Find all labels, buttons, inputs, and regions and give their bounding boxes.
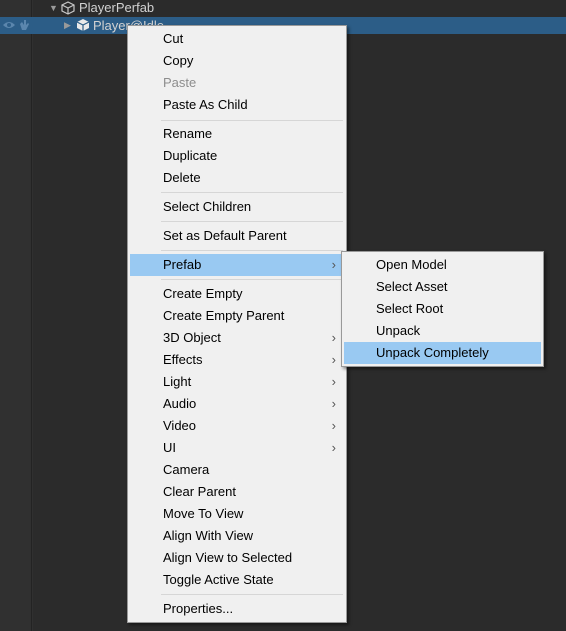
menu-item-clear-parent[interactable]: Clear Parent xyxy=(130,481,344,503)
menu-item-create-empty[interactable]: Create Empty xyxy=(130,283,344,305)
menu-item-toggle-active-state[interactable]: Toggle Active State xyxy=(130,569,344,591)
menu-item-delete[interactable]: Delete xyxy=(130,167,344,189)
menu-item-align-with-view[interactable]: Align With View xyxy=(130,525,344,547)
menu-item-paste: Paste xyxy=(163,75,197,90)
menu-item-3d-object[interactable]: 3D Object › xyxy=(130,327,344,349)
menu-separator xyxy=(161,250,343,251)
menu-item-audio[interactable]: Audio › xyxy=(130,393,344,415)
submenu-arrow-icon: › xyxy=(331,257,336,272)
submenu-item-unpack-completely[interactable]: Unpack Completely xyxy=(344,342,541,364)
menu-separator xyxy=(161,594,343,595)
submenu-arrow-icon: › xyxy=(331,330,336,345)
menu-item-rename[interactable]: Rename xyxy=(130,123,344,145)
hierarchy-row-root[interactable]: ▼ PlayerPerfab xyxy=(0,0,566,17)
submenu-item-open-model[interactable]: Open Model xyxy=(344,254,541,276)
submenu-arrow-icon: › xyxy=(331,418,336,433)
submenu-arrow-icon: › xyxy=(331,352,336,367)
menu-item-ui[interactable]: UI › xyxy=(130,437,344,459)
submenu-item-select-root[interactable]: Select Root xyxy=(344,298,541,320)
menu-item-video[interactable]: Video › xyxy=(130,415,344,437)
submenu-arrow-icon: › xyxy=(331,374,336,389)
gutter-divider xyxy=(31,0,32,631)
menu-item-light[interactable]: Light › xyxy=(130,371,344,393)
menu-item-properties[interactable]: Properties... xyxy=(130,598,344,620)
menu-item-cut[interactable]: Cut xyxy=(130,28,344,50)
foldout-open-icon[interactable]: ▼ xyxy=(49,0,58,17)
menu-separator xyxy=(161,279,343,280)
menu-item-duplicate[interactable]: Duplicate xyxy=(130,145,344,167)
submenu-item-unpack[interactable]: Unpack xyxy=(344,320,541,342)
prefab-model-icon xyxy=(76,19,90,31)
pickable-hand-icon[interactable] xyxy=(18,19,30,31)
menu-item-move-to-view[interactable]: Move To View xyxy=(130,503,344,525)
menu-separator xyxy=(161,192,343,193)
context-menu: Cut Copy Paste Paste As Child Rename Dup… xyxy=(127,25,347,623)
menu-item-prefab[interactable]: Prefab › xyxy=(130,254,344,276)
menu-item-align-view-to-selected[interactable]: Align View to Selected xyxy=(130,547,344,569)
menu-separator xyxy=(161,120,343,121)
submenu-item-select-asset[interactable]: Select Asset xyxy=(344,276,541,298)
submenu-arrow-icon: › xyxy=(331,396,336,411)
menu-item-effects[interactable]: Effects › xyxy=(130,349,344,371)
menu-item-copy[interactable]: Copy xyxy=(130,50,344,72)
prefab-cube-icon xyxy=(61,1,75,15)
prefab-submenu: Open Model Select Asset Select Root Unpa… xyxy=(341,251,544,367)
foldout-closed-icon[interactable]: ▶ xyxy=(64,17,71,34)
submenu-arrow-icon: › xyxy=(331,440,336,455)
menu-item-set-default-parent[interactable]: Set as Default Parent xyxy=(130,225,344,247)
hierarchy-item-label: PlayerPerfab xyxy=(79,0,155,15)
menu-item-select-children[interactable]: Select Children xyxy=(130,196,344,218)
menu-item-camera[interactable]: Camera xyxy=(130,459,344,481)
hierarchy-gutter xyxy=(0,0,33,631)
menu-separator xyxy=(161,221,343,222)
menu-item-paste-as-child[interactable]: Paste As Child xyxy=(130,94,344,116)
visibility-eye-icon[interactable] xyxy=(2,19,16,31)
menu-item-create-empty-parent[interactable]: Create Empty Parent xyxy=(130,305,344,327)
